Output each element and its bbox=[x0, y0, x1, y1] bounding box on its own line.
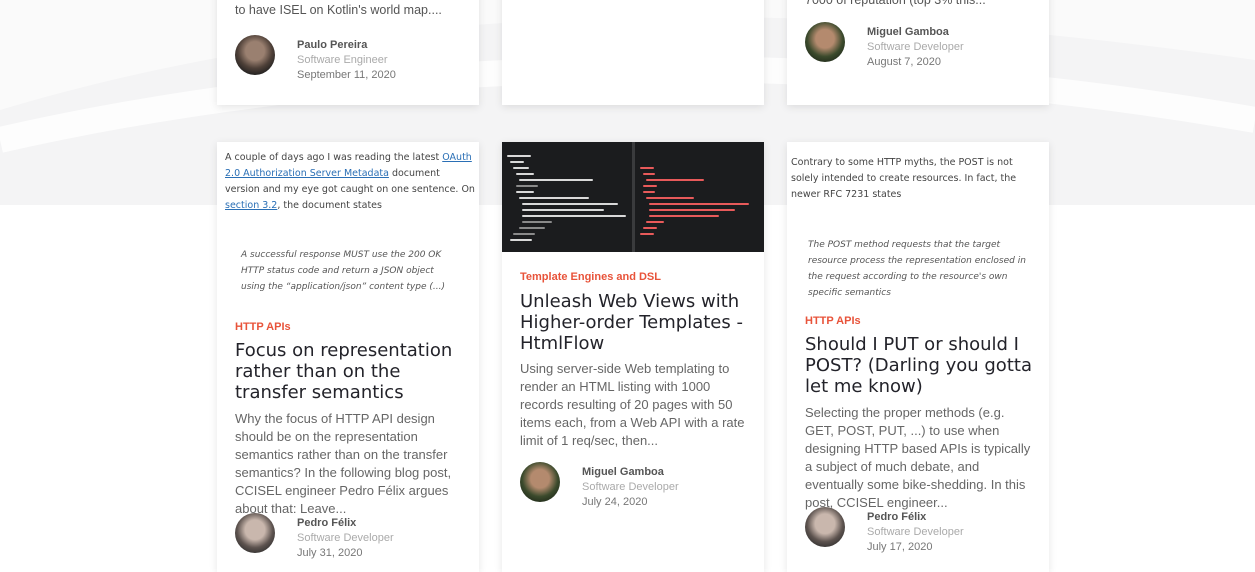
preview-quote: A successful response MUST use the 200 O… bbox=[241, 250, 445, 292]
post-author: Paulo Pereira Software Engineer Septembe… bbox=[235, 35, 396, 83]
post-author: Pedro Félix Software Developer July 17, … bbox=[805, 507, 964, 555]
author-avatar bbox=[520, 462, 560, 502]
author-role: Software Engineer bbox=[297, 54, 388, 66]
section-link[interactable]: section 3.2 bbox=[225, 200, 277, 211]
post-date: September 11, 2020 bbox=[297, 69, 396, 81]
author-name[interactable]: Pedro Félix bbox=[297, 516, 394, 531]
post-excerpt: Why the focus of HTTP API design should … bbox=[235, 411, 452, 516]
author-avatar bbox=[805, 22, 845, 62]
post-card-middle-top[interactable] bbox=[502, 0, 764, 105]
author-role: Software Developer bbox=[582, 481, 679, 493]
author-avatar bbox=[805, 507, 845, 547]
post-author: Miguel Gamboa Software Developer August … bbox=[805, 22, 964, 70]
post-title[interactable]: Focus on representation rather than on t… bbox=[235, 340, 470, 403]
post-date: August 7, 2020 bbox=[867, 56, 942, 68]
post-author: Miguel Gamboa Software Developer July 24… bbox=[520, 462, 679, 510]
author-avatar bbox=[235, 513, 275, 553]
code-screenshot-image bbox=[502, 142, 764, 252]
post-card-put-or-post[interactable]: Contrary to some HTTP myths, the POST is… bbox=[787, 142, 1049, 572]
post-card-paulo-pereira[interactable]: Kotlin in university courses. Feels good… bbox=[217, 0, 479, 105]
author-name[interactable]: Miguel Gamboa bbox=[582, 465, 679, 480]
author-role: Software Developer bbox=[867, 41, 964, 53]
post-category[interactable]: HTTP APIs bbox=[805, 315, 861, 327]
preview-quote: The POST method requests that the target… bbox=[808, 240, 1026, 298]
post-excerpt: Kotlin in university courses. Feels good… bbox=[235, 3, 442, 17]
author-name[interactable]: Paulo Pereira bbox=[297, 38, 396, 53]
author-role: Software Developer bbox=[297, 532, 394, 544]
post-category[interactable]: Template Engines and DSL bbox=[520, 271, 661, 283]
post-excerpt: Using server-side Web templating to rend… bbox=[520, 361, 745, 448]
author-avatar bbox=[235, 35, 275, 75]
post-preview-image: A couple of days ago I was reading the l… bbox=[225, 152, 475, 211]
author-role: Software Developer bbox=[867, 526, 964, 538]
code-pane-html bbox=[635, 142, 765, 252]
post-date: July 24, 2020 bbox=[582, 496, 648, 508]
post-excerpt: Selecting the proper methods (e.g. GET, … bbox=[805, 405, 1031, 510]
post-date: July 17, 2020 bbox=[867, 541, 933, 553]
post-title[interactable]: Unleash Web Views with Higher-order Temp… bbox=[520, 291, 755, 354]
code-pane-kotlin bbox=[502, 142, 635, 252]
post-excerpt: 7000 of reputation (top 3% this... bbox=[805, 0, 986, 7]
post-category[interactable]: HTTP APIs bbox=[235, 321, 291, 333]
post-preview-image: Contrary to some HTTP myths, the POST is… bbox=[791, 157, 1017, 200]
post-card-unleash-web-views[interactable]: Template Engines and DSL Unleash Web Vie… bbox=[502, 142, 764, 572]
author-name[interactable]: Miguel Gamboa bbox=[867, 25, 964, 40]
post-card-miguel-gamboa-top[interactable]: 7000 of reputation (top 3% this... Migue… bbox=[787, 0, 1049, 105]
post-title[interactable]: Should I PUT or should I POST? (Darling … bbox=[805, 334, 1040, 397]
author-name[interactable]: Pedro Félix bbox=[867, 510, 964, 525]
post-card-focus-on-representation[interactable]: A couple of days ago I was reading the l… bbox=[217, 142, 479, 572]
